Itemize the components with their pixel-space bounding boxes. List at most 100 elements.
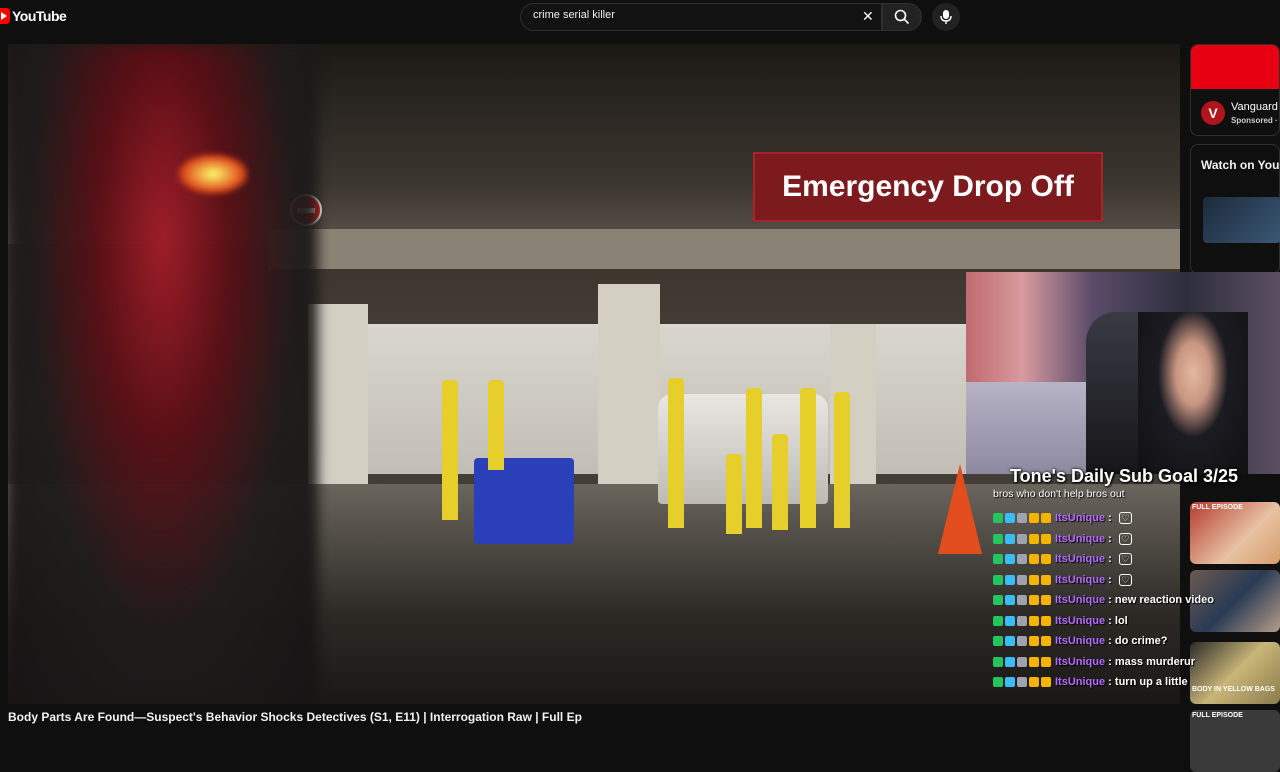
youtube-logo[interactable]: YouTube bbox=[0, 8, 67, 24]
chat-message: new reaction video bbox=[1114, 594, 1214, 607]
chat-badges bbox=[993, 615, 1051, 626]
badge-icon bbox=[993, 656, 1003, 667]
chat-line: ItsUnique : new reaction video bbox=[993, 590, 1214, 611]
badge-icon bbox=[1029, 636, 1039, 647]
video-thumbnail[interactable]: FULL EPISODE bbox=[1190, 710, 1280, 772]
badge-icon bbox=[1041, 513, 1051, 524]
chat-username: ItsUnique bbox=[1055, 573, 1106, 586]
thumbnail-label: FULL EPISODE bbox=[1192, 504, 1243, 511]
ad-card[interactable]: V Vanguard Sponsored · bbox=[1190, 44, 1280, 136]
search-icon bbox=[894, 9, 910, 25]
top-bar: YouTube ✕ bbox=[0, 0, 1280, 40]
heart-emote-icon: ♡ bbox=[1118, 553, 1132, 566]
chat-badges bbox=[993, 574, 1051, 585]
chat-username: ItsUnique bbox=[1055, 614, 1106, 627]
badge-icon bbox=[993, 677, 1003, 688]
badge-icon bbox=[1029, 554, 1039, 565]
badge-icon bbox=[1041, 595, 1051, 606]
chat-line: ItsUnique : mass murderur bbox=[993, 652, 1195, 673]
badge-icon bbox=[1005, 615, 1015, 626]
video-thumbnail[interactable]: BODY IN YELLOW BAGS bbox=[1190, 642, 1280, 704]
badge-icon bbox=[1005, 656, 1015, 667]
chat-username: ItsUnique bbox=[1055, 532, 1106, 545]
chat-separator: : bbox=[1105, 532, 1115, 545]
search-input[interactable] bbox=[533, 9, 853, 21]
chat-separator: : bbox=[1105, 553, 1115, 566]
badge-icon bbox=[1005, 574, 1015, 585]
watch-on-card[interactable]: Watch on You bbox=[1190, 144, 1280, 274]
ad-name: Vanguard bbox=[1231, 101, 1278, 113]
yellow-bollard bbox=[834, 392, 850, 528]
webcam-streamer bbox=[1138, 312, 1248, 474]
chat-username: ItsUnique bbox=[1055, 553, 1106, 566]
badge-icon bbox=[1029, 574, 1039, 585]
thumbnail-label: FULL EPISODE bbox=[1192, 712, 1243, 719]
badge-icon bbox=[1017, 554, 1027, 565]
blue-bin bbox=[474, 458, 574, 544]
voice-search-button[interactable] bbox=[932, 3, 960, 31]
garage-beam bbox=[268, 229, 1180, 269]
badge-icon bbox=[993, 615, 1003, 626]
badge-icon bbox=[993, 554, 1003, 565]
badge-icon bbox=[1041, 656, 1051, 667]
chat-username: ItsUnique bbox=[1055, 635, 1106, 648]
chat-separator: : bbox=[1105, 512, 1115, 525]
yellow-bollard bbox=[488, 380, 504, 470]
streamer-webcam bbox=[966, 272, 1280, 474]
badge-icon bbox=[1029, 615, 1039, 626]
video-thumbnail[interactable]: FULL EPISODE bbox=[1190, 502, 1280, 564]
chat-badges bbox=[993, 677, 1051, 688]
chat-message: lol bbox=[1114, 614, 1128, 627]
watch-title: Watch on You bbox=[1201, 158, 1280, 172]
badge-icon bbox=[1005, 533, 1015, 544]
chat-line: ItsUnique : ♡ bbox=[993, 529, 1193, 550]
chat-message: mass murderur bbox=[1114, 655, 1195, 668]
vanguard-logo: V bbox=[1201, 101, 1225, 125]
badge-icon bbox=[1017, 636, 1027, 647]
yellow-bollard bbox=[772, 434, 788, 530]
chat-line: ItsUnique : turn up a little bbox=[993, 672, 1193, 693]
youtube-play-icon bbox=[0, 8, 10, 24]
ad-banner bbox=[1191, 45, 1279, 89]
search-box[interactable] bbox=[520, 3, 882, 31]
badge-icon bbox=[1041, 636, 1051, 647]
video-title[interactable]: Body Parts Are Found—Suspect's Behavior … bbox=[8, 710, 582, 724]
chat-separator: : bbox=[1105, 614, 1115, 627]
badge-icon bbox=[993, 533, 1003, 544]
chat-message: do crime? bbox=[1114, 635, 1168, 648]
heart-emote-icon: ♡ bbox=[1118, 573, 1132, 586]
badge-icon bbox=[1017, 656, 1027, 667]
chat-line: ItsUnique : ♡ bbox=[993, 549, 1193, 570]
badge-icon bbox=[1041, 554, 1051, 565]
badge-icon bbox=[1029, 677, 1039, 688]
traffic-cone bbox=[938, 464, 982, 554]
badge-icon bbox=[1005, 554, 1015, 565]
sponsored-label: Sponsored · bbox=[1231, 116, 1278, 125]
car-taillight bbox=[178, 154, 248, 194]
badge-icon bbox=[1017, 513, 1027, 524]
badge-icon bbox=[1041, 677, 1051, 688]
chat-message: turn up a little bbox=[1114, 676, 1188, 689]
yellow-bollard bbox=[442, 380, 458, 520]
yellow-bollard bbox=[726, 454, 742, 534]
yellow-bollard bbox=[668, 378, 684, 528]
close-icon[interactable]: ✕ bbox=[862, 8, 874, 25]
badge-icon bbox=[993, 574, 1003, 585]
chat-separator: : bbox=[1105, 676, 1115, 689]
chat-username: ItsUnique bbox=[1055, 512, 1106, 525]
sign-text: Emergency Drop Off bbox=[782, 170, 1074, 203]
badge-icon bbox=[1029, 513, 1039, 524]
watch-thumbnail[interactable] bbox=[1203, 197, 1280, 243]
chat-overlay: bros who don't help bros out ItsUnique :… bbox=[993, 488, 1214, 693]
badge-icon bbox=[1029, 595, 1039, 606]
badge-icon bbox=[1005, 595, 1015, 606]
yellow-bollard bbox=[800, 388, 816, 528]
heart-emote-icon: ♡ bbox=[1118, 512, 1132, 525]
badge-icon bbox=[1017, 595, 1027, 606]
chat-separator: : bbox=[1105, 655, 1115, 668]
chat-badges bbox=[993, 554, 1051, 565]
badge-icon bbox=[993, 513, 1003, 524]
blurred-car bbox=[8, 44, 318, 704]
search-button[interactable] bbox=[882, 3, 922, 31]
badge-icon bbox=[1041, 533, 1051, 544]
